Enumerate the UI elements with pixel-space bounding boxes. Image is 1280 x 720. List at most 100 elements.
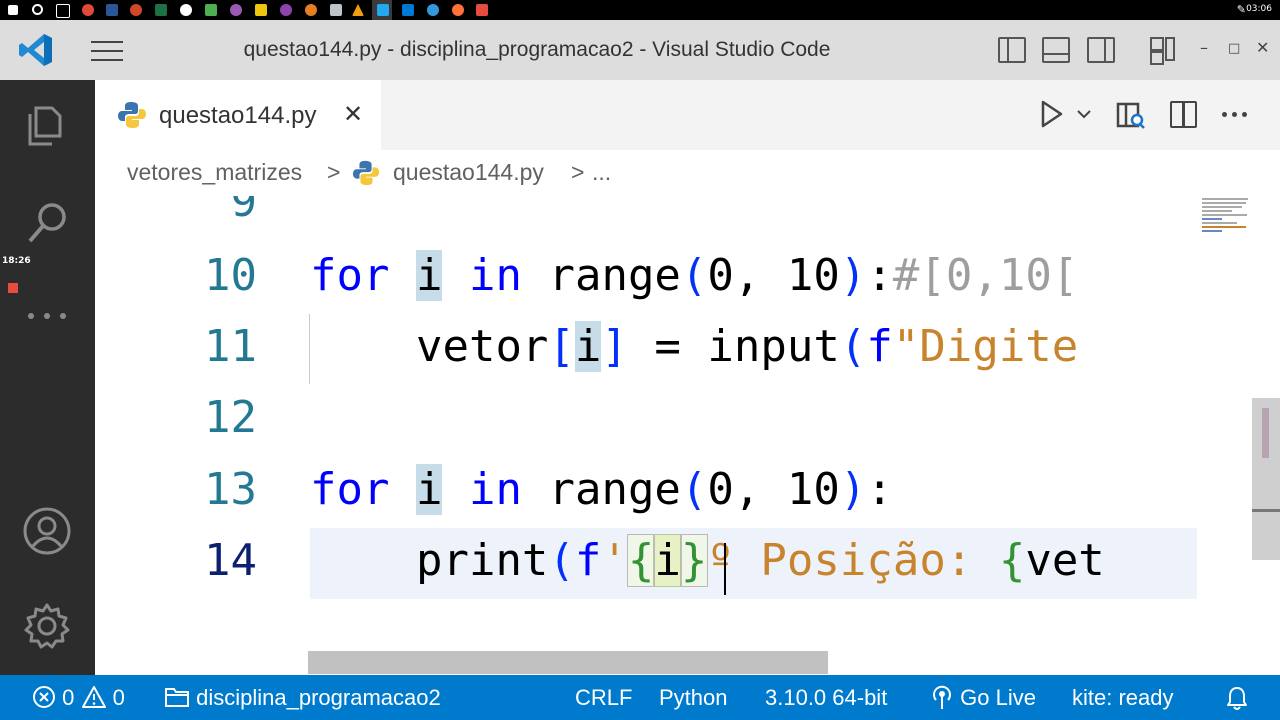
- number-literal: 0: [707, 250, 734, 301]
- close-tab-icon[interactable]: ✕: [343, 100, 363, 128]
- customize-layout-icon[interactable]: [1150, 37, 1178, 65]
- language-mode-selector[interactable]: Python: [659, 675, 728, 720]
- error-count: 0: [62, 685, 75, 710]
- python-icon: [352, 159, 380, 187]
- variable-highlight: i: [415, 250, 443, 301]
- window-title: questao144.py - disciplina_programacao2 …: [243, 38, 831, 61]
- end-of-line-selector[interactable]: CRLF: [575, 675, 632, 720]
- broadcast-icon: [933, 685, 951, 709]
- settings-gear-icon[interactable]: [22, 601, 72, 651]
- code-line-14[interactable]: print(f'{i}º Posição: {vet: [310, 534, 1105, 587]
- colon: :: [866, 464, 893, 515]
- run-icon[interactable]: [1040, 100, 1064, 128]
- taskbar-app-icon[interactable]: [230, 4, 242, 16]
- variable-highlight: i: [415, 464, 443, 515]
- line-number-current: 14: [204, 535, 257, 586]
- explorer-icon[interactable]: [22, 100, 72, 150]
- tab-questao144[interactable]: questao144.py ✕: [95, 80, 381, 150]
- kite-status[interactable]: kite: ready: [1072, 675, 1174, 720]
- chrome-icon[interactable]: [180, 4, 192, 16]
- pen-icon[interactable]: ✎: [1237, 3, 1246, 16]
- function-name: range: [548, 250, 681, 301]
- number-literal: 0: [707, 464, 734, 515]
- go-live-button[interactable]: Go Live: [930, 675, 1036, 720]
- taskbar-app-icon[interactable]: [205, 4, 217, 16]
- python-interpreter-selector[interactable]: 3.10.0 64-bit: [765, 675, 887, 720]
- taskbar-app-icon[interactable]: [330, 4, 342, 16]
- go-live-label: Go Live: [960, 685, 1036, 710]
- code-line-10[interactable]: for i in range(0, 10):#[0,10[: [310, 250, 1078, 301]
- bracket: (: [839, 321, 867, 372]
- firefox-icon[interactable]: [452, 4, 464, 16]
- taskbar-search-icon[interactable]: [32, 4, 43, 15]
- taskbar-app-icon[interactable]: [280, 4, 292, 16]
- toggle-secondary-sidebar-icon[interactable]: [1087, 37, 1115, 63]
- system-clock[interactable]: 03:06: [1246, 4, 1272, 14]
- bracket: ]: [601, 321, 628, 372]
- search-icon[interactable]: [22, 197, 72, 247]
- file-explorer-icon[interactable]: [255, 4, 267, 16]
- tab-label: questao144.py: [159, 102, 317, 129]
- acrobat-icon[interactable]: [476, 4, 488, 16]
- bracket-match: }: [679, 534, 709, 587]
- bracket: ): [839, 464, 867, 515]
- more-views-icon[interactable]: [28, 313, 68, 321]
- toggle-panel-icon[interactable]: [1042, 37, 1070, 63]
- more-actions-icon[interactable]: [1222, 112, 1248, 118]
- vlc-icon[interactable]: [352, 4, 364, 16]
- variable: vetor: [415, 321, 549, 372]
- taskbar-app-icon[interactable]: [305, 4, 317, 16]
- horizontal-scrollbar[interactable]: [308, 651, 828, 674]
- breadcrumb-separator: >: [571, 159, 585, 185]
- remote-folder-indicator[interactable]: disciplina_programacao2: [164, 675, 441, 720]
- notifications-bell-icon[interactable]: [1226, 685, 1248, 711]
- line-number: 11: [204, 321, 257, 372]
- powerpoint-icon[interactable]: [130, 4, 142, 16]
- line-number: 12: [204, 392, 257, 443]
- minimize-button[interactable]: –: [1200, 38, 1208, 57]
- close-window-button[interactable]: ✕: [1256, 38, 1269, 57]
- breadcrumb-symbols[interactable]: ...: [592, 159, 611, 186]
- function-name: input: [707, 321, 840, 372]
- toggle-primary-sidebar-icon[interactable]: [998, 37, 1026, 63]
- recording-timer: 18:26: [2, 256, 31, 266]
- breadcrumb-folder[interactable]: vetores_matrizes: [127, 159, 302, 186]
- fstring-prefix: f: [574, 535, 602, 586]
- excel-icon[interactable]: [155, 4, 167, 16]
- python-icon: [117, 100, 147, 130]
- split-editor-icon[interactable]: [1170, 101, 1197, 128]
- variable: vet: [1025, 535, 1105, 586]
- record-stop-icon[interactable]: [8, 283, 18, 293]
- run-options-chevron-icon[interactable]: [1076, 106, 1092, 120]
- activity-bar: 18:26: [0, 80, 95, 675]
- comment: #[0,10[: [892, 250, 1079, 301]
- word-icon[interactable]: [106, 4, 118, 16]
- taskbar-app-icon[interactable]: [402, 4, 414, 16]
- comma: ,: [733, 250, 787, 301]
- code-editor[interactable]: 9 10 11 12 13 14 for i in range(0, 10):#…: [95, 196, 1197, 674]
- bracket: ): [839, 250, 867, 301]
- open-preview-icon[interactable]: [1116, 100, 1146, 130]
- code-line-13[interactable]: for i in range(0, 10):: [310, 464, 893, 515]
- task-view-icon[interactable]: [56, 4, 70, 18]
- folder-name: disciplina_programacao2: [196, 685, 441, 710]
- variable-highlight: i: [653, 534, 682, 587]
- warning-count: 0: [112, 685, 125, 710]
- account-icon[interactable]: [22, 506, 72, 556]
- taskbar-app-icon[interactable]: [427, 4, 439, 16]
- breadcrumb-file[interactable]: questao144.py: [393, 159, 544, 186]
- taskbar-app-icon[interactable]: [82, 4, 94, 16]
- vertical-scrollbar[interactable]: [1252, 196, 1280, 674]
- maximize-button[interactable]: □: [1228, 41, 1240, 56]
- minimap[interactable]: [1197, 196, 1252, 674]
- code-line-11[interactable]: vetor[i] = input(f"Digite: [310, 321, 1078, 372]
- string-literal: "Digite: [892, 321, 1079, 372]
- status-bar: 0 0 disciplina_programacao2 CRLF Python …: [0, 675, 1280, 720]
- windows-start-icon[interactable]: [8, 5, 18, 15]
- bracket: [: [548, 321, 575, 372]
- problems-indicator[interactable]: 0 0: [32, 675, 125, 720]
- bracket: (: [548, 535, 575, 586]
- function-name: range: [548, 464, 681, 515]
- vscode-taskbar-icon: [377, 4, 389, 16]
- scrollbar-marker: [1262, 408, 1269, 458]
